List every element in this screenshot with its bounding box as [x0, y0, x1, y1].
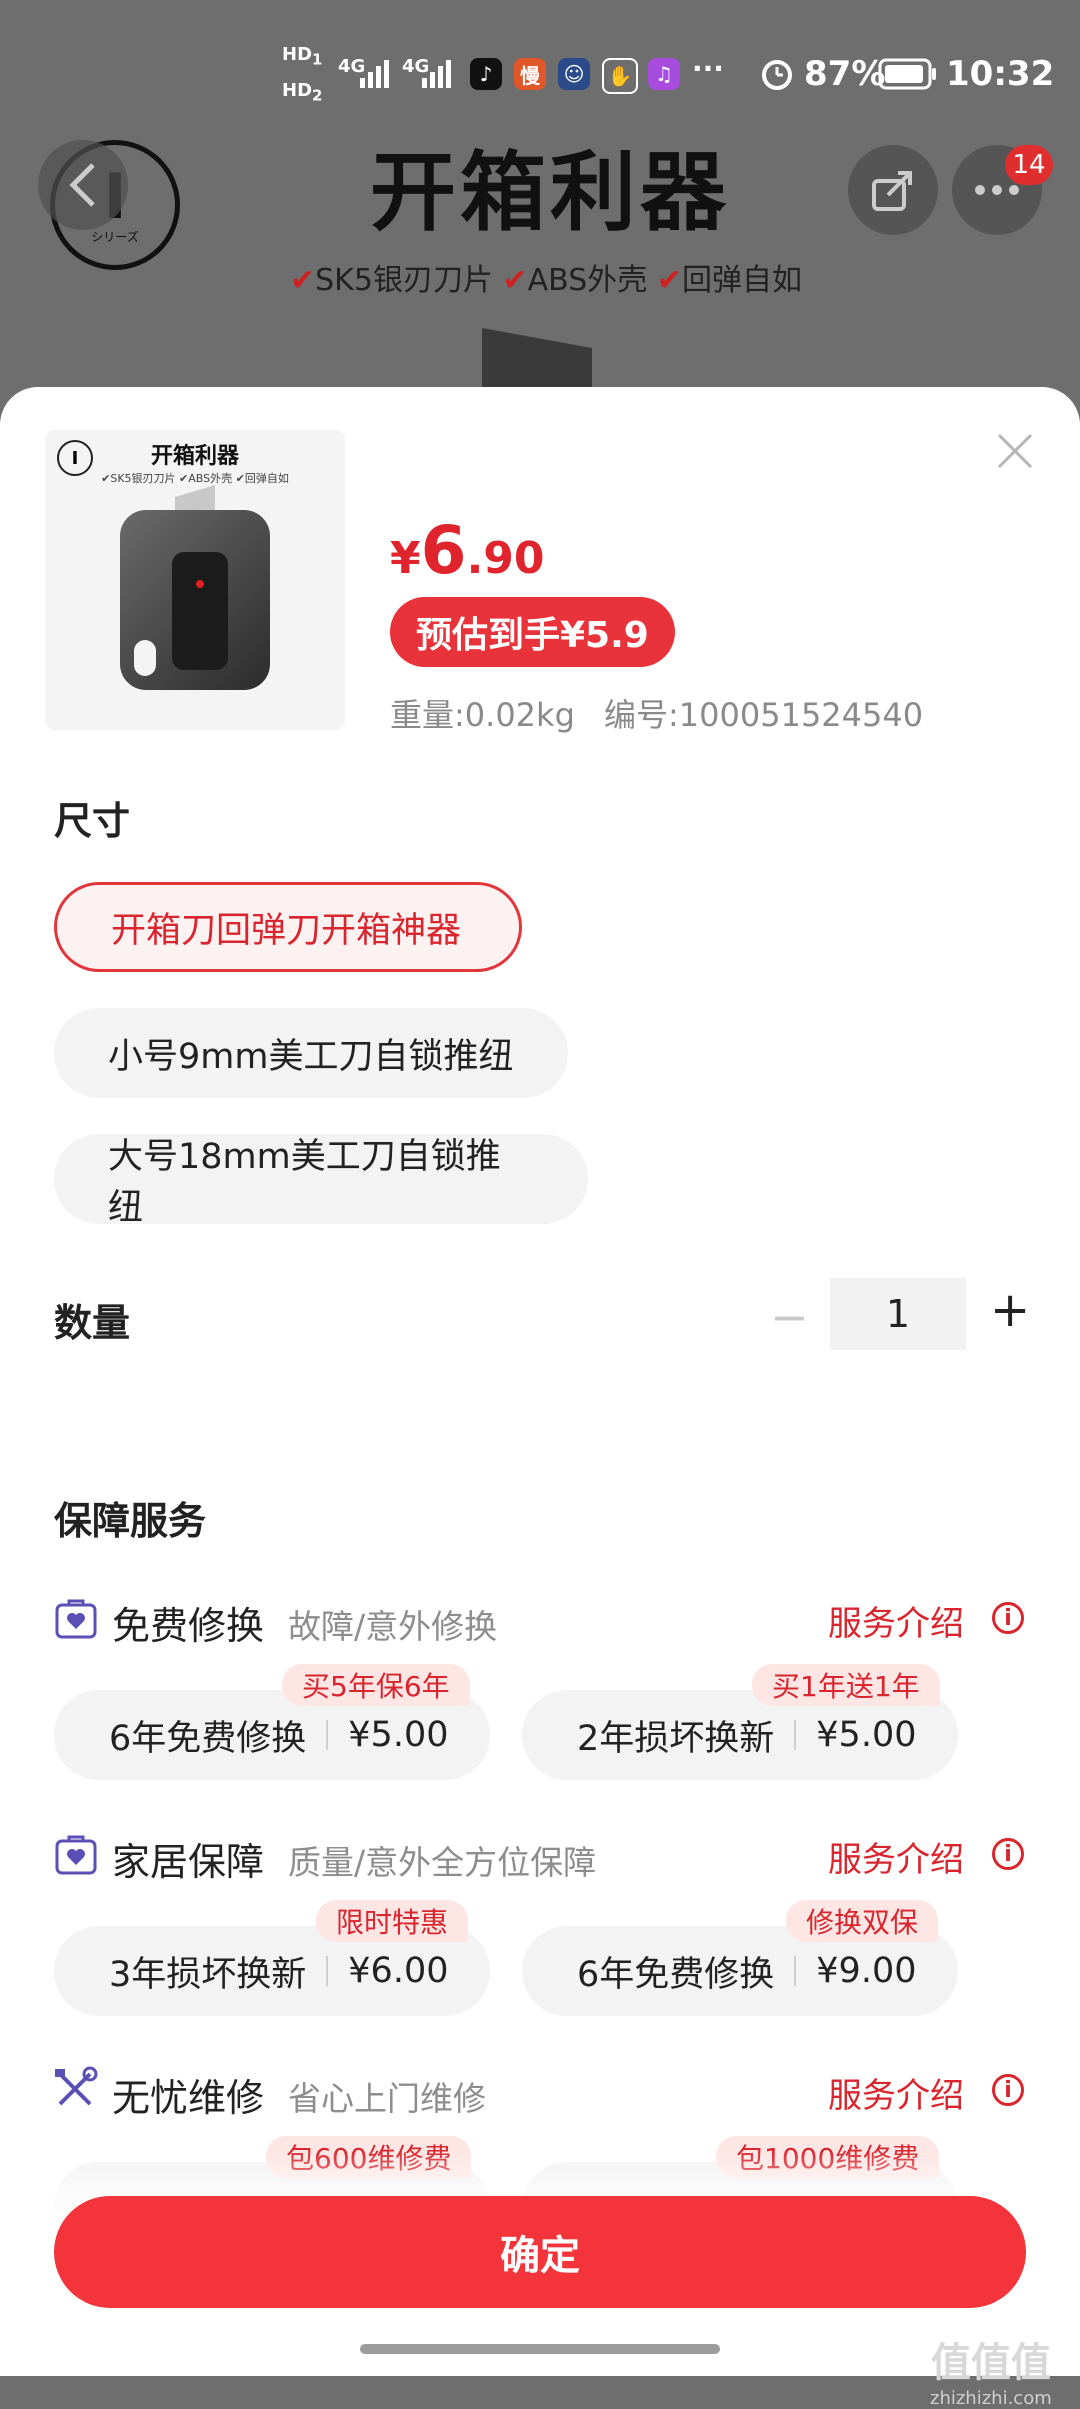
price: ¥6.90 — [390, 512, 545, 589]
quantity-input[interactable]: 1 — [830, 1278, 966, 1350]
service-3-desc: 省心上门维修 — [288, 2079, 486, 2118]
more-notifications: ··· — [692, 52, 724, 85]
service-1-name: 免费修换 — [112, 1604, 265, 1648]
thumb-title: 开箱利器 — [150, 444, 239, 469]
heart-bag-icon — [54, 1596, 98, 1644]
hd2-label: HD2 — [282, 80, 323, 105]
service-2-option-1-tag: 限时特惠 — [316, 1900, 469, 1942]
service-2-desc: 质量/意外全方位保障 — [288, 1843, 597, 1882]
info-icon[interactable]: i — [992, 1602, 1024, 1634]
close-icon — [997, 433, 1033, 469]
share-icon — [872, 171, 912, 211]
services-label: 保障服务 — [54, 1499, 207, 1543]
product-thumbnail: I 开箱利器 ✔SK5银刃刀片 ✔ABS外壳 ✔回弹自如 — [45, 430, 345, 730]
thumb-cutter-body — [120, 510, 270, 690]
alarm-icon — [760, 56, 794, 94]
confirm-button[interactable]: 确定 — [54, 2196, 1026, 2308]
service-2-name: 家居保障 — [112, 1840, 265, 1884]
watermark: 值值值 zhizhizhi.com — [930, 2330, 1052, 2409]
banner-blade — [482, 328, 592, 392]
service-3-intro-link[interactable]: 服务介绍 — [828, 2068, 964, 2117]
banner-features: ✔SK5银刃刀片 ✔ABS外壳 ✔回弹自如 — [290, 263, 802, 298]
watermark-logo: 值值值 — [930, 2340, 1051, 2386]
status-bar: HD1 HD2 4G 4G ♪ 慢 ☺ ✋ ♫ ··· 87% 10:32 — [0, 0, 1080, 140]
wrench-screwdriver-icon — [52, 2066, 98, 2116]
service-2-option-2-tag: 修换双保 — [786, 1900, 939, 1942]
service-3-name: 无忧维修 — [112, 2076, 265, 2120]
service-1-option-2-tag: 买1年送1年 — [752, 1664, 940, 1706]
more-dots-icon — [975, 185, 1019, 195]
signal-1-icon — [360, 58, 396, 92]
music-icon: ♫ — [648, 58, 680, 90]
banner-title: 开箱利器 — [370, 143, 730, 243]
thumb-features: ✔SK5银刃刀片 ✔ABS外壳 ✔回弹自如 — [101, 472, 289, 485]
close-button[interactable] — [995, 428, 1035, 480]
back-button[interactable] — [38, 140, 128, 230]
size-label: 尺寸 — [54, 799, 131, 843]
size-option-2[interactable]: 小号9mm美工刀自锁推纽 — [54, 1008, 568, 1098]
signal-2-icon — [422, 58, 458, 92]
service-1-desc: 故障/意外修换 — [288, 1607, 498, 1646]
hand-icon: ✋ — [602, 58, 638, 94]
app-man-icon: 慢 — [514, 58, 546, 90]
watermark-url: zhizhizhi.com — [930, 2388, 1052, 2409]
service-1-option-1-tag: 买5年保6年 — [282, 1664, 470, 1706]
quantity-plus-button[interactable]: + — [990, 1282, 1030, 1338]
battery-percent: 87% — [804, 54, 886, 94]
size-option-1[interactable]: 开箱刀回弹刀开箱神器 — [54, 882, 522, 972]
quantity-label: 数量 — [54, 1301, 131, 1345]
size-option-3[interactable]: 大号18mm美工刀自锁推纽 — [54, 1134, 588, 1228]
message-badge: 14 — [1005, 145, 1053, 185]
app-face-icon: ☺ — [558, 58, 590, 90]
info-icon[interactable]: i — [992, 1838, 1024, 1870]
battery-icon — [878, 58, 938, 94]
home-indicator[interactable] — [360, 2344, 720, 2354]
hd1-label: HD1 — [282, 44, 323, 69]
tiktok-icon: ♪ — [470, 58, 502, 90]
weight-text: 重量:0.02kg — [390, 696, 575, 734]
service-1-intro-link[interactable]: 服务介绍 — [828, 1596, 964, 1645]
estimated-price-badge: 预估到手¥5.9 — [390, 597, 675, 667]
sku-number-text: 编号:100051524540 — [604, 696, 924, 734]
quantity-minus-button[interactable]: − — [770, 1290, 809, 1344]
service-2-intro-link[interactable]: 服务介绍 — [828, 1832, 964, 1881]
back-arrow-icon — [69, 163, 95, 207]
share-button[interactable] — [848, 145, 938, 235]
info-icon[interactable]: i — [992, 2074, 1024, 2106]
clock: 10:32 — [946, 54, 1055, 94]
heart-bag-icon — [54, 1832, 98, 1880]
